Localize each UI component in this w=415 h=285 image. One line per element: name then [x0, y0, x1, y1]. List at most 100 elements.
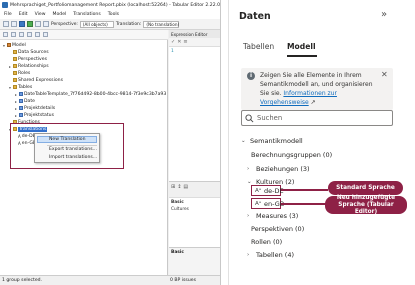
save-icon[interactable] — [11, 21, 17, 27]
menu-model[interactable]: Model — [53, 12, 67, 17]
chevron-down-icon[interactable]: ▾ — [2, 43, 6, 48]
search-input[interactable]: Suchen — [241, 110, 393, 126]
hidden-objects-icon[interactable] — [27, 32, 32, 37]
property-category-basic[interactable]: Basic — [171, 200, 184, 205]
folder-icon — [13, 71, 17, 75]
tree-node-measures[interactable]: › Measures (3) — [247, 212, 298, 220]
open-icon[interactable] — [3, 21, 9, 27]
menu-item-new-translation[interactable]: New Translation — [37, 136, 97, 143]
expression-editor-title: Expression Editor — [169, 30, 220, 38]
callout-new-language: Neu hinzugefügte Sprache (Tabular Editor… — [325, 195, 407, 215]
sort-icon[interactable] — [43, 32, 48, 37]
tab-modell[interactable]: Modell — [287, 42, 316, 51]
tree-node-tabellen[interactable]: › Tabellen (4) — [247, 251, 294, 259]
tree-node-projektstatus[interactable]: ▸ Projektstatus — [14, 112, 54, 118]
table-icon — [19, 106, 23, 110]
format-icon[interactable]: ≡ — [183, 39, 187, 45]
callout-connector — [281, 189, 328, 191]
chevron-down-icon[interactable]: ▾ — [8, 85, 12, 90]
chevron-down-icon[interactable]: ⌄ — [241, 138, 247, 144]
line-number: 1 — [171, 49, 174, 54]
tree-node-beziehungen[interactable]: › Beziehungen (3) — [247, 165, 310, 173]
tree-node-culture-en[interactable]: Aᵃ en-GB — [255, 200, 284, 208]
tree-node-shared-expressions[interactable]: Shared Expressions — [8, 77, 63, 83]
expression-editor[interactable]: 1 — [169, 46, 220, 181]
tree-node-data-sources[interactable]: Data Sources — [8, 49, 49, 55]
search-icon — [245, 114, 254, 123]
close-icon[interactable]: ✕ — [381, 70, 388, 79]
tree-node-rollen[interactable]: Rollen (0) — [251, 238, 282, 246]
categorized-icon[interactable]: ⊞ — [171, 184, 175, 190]
screenshot-root: Mehrsprachiget_Portfoliomanagement Repor… — [0, 0, 415, 285]
tree-node-perspektiven[interactable]: Perspektiven (0) — [251, 225, 304, 233]
info-banner: i Zeigen Sie alle Elemente in Ihrem Sema… — [241, 68, 393, 110]
chevron-right-icon[interactable]: ▸ — [14, 106, 18, 111]
menu-file[interactable]: File — [4, 12, 12, 17]
menu-item-import-translations[interactable]: Import translations... — [49, 155, 97, 160]
tree-node-culture-de[interactable]: Aᵃ de-DE — [255, 187, 284, 195]
sort-alpha-icon[interactable]: ↕ — [177, 184, 181, 190]
chevron-right-icon[interactable]: ▸ — [14, 113, 18, 118]
perspective-label: Perspective: — [51, 21, 78, 27]
property-grid: Basic Cultures — [169, 197, 220, 247]
table-icon — [19, 99, 23, 103]
chevron-right-icon[interactable]: ▸ — [14, 92, 18, 97]
external-link-icon[interactable]: ↗ — [311, 99, 316, 106]
tree-node-projektdetails[interactable]: ▸ Projektdetails — [14, 105, 55, 111]
cancel-icon[interactable]: ✕ — [177, 39, 181, 45]
chevron-right-icon[interactable]: › — [247, 252, 253, 258]
deploy-icon[interactable] — [19, 21, 25, 27]
data-pane: Daten » Tabellen Modell i Zeigen Sie all… — [228, 0, 415, 285]
property-description: Basic — [169, 247, 220, 275]
tree-node-berechnungsgruppen[interactable]: Berechnungsgruppen (0) — [251, 151, 332, 159]
property-cultures[interactable]: Cultures — [171, 207, 189, 212]
pane-title: Daten — [239, 11, 271, 22]
menu-edit[interactable]: Edit — [19, 12, 28, 17]
translation-dropdown[interactable]: (No translation) — [143, 20, 180, 28]
tree-node-relationships[interactable]: ▸ Relationships — [8, 63, 49, 69]
tabular-editor-window: Mehrsprachiget_Portfoliomanagement Repor… — [0, 0, 221, 285]
culture-icon: Aᵃ — [255, 188, 262, 194]
menu-translations[interactable]: Translations — [73, 12, 100, 17]
info-icon: i — [247, 72, 255, 80]
property-pages-icon[interactable]: ▤ — [183, 184, 188, 190]
table-icon — [19, 113, 23, 117]
chevron-right-icon[interactable]: ▸ — [14, 99, 18, 104]
menu-tools[interactable]: Tools — [108, 12, 119, 17]
filter-icon[interactable] — [3, 32, 8, 37]
tree-node-semantikmodell[interactable]: ⌄ Semantikmodell — [241, 137, 303, 145]
table-icon — [19, 92, 23, 96]
tree-node-tables[interactable]: ▾ Tables — [8, 84, 32, 90]
chevron-right-icon[interactable]: › — [247, 166, 253, 172]
tree-node-perspectives[interactable]: Perspectives — [8, 56, 47, 62]
refresh-icon[interactable] — [27, 21, 33, 27]
tree-node-date[interactable]: ▸ Date — [14, 98, 35, 104]
tree-toolbar — [0, 30, 168, 40]
chevron-right-icon[interactable]: ▸ — [8, 64, 12, 69]
folder-icon — [13, 57, 17, 61]
tab-tabellen[interactable]: Tabellen — [243, 42, 274, 51]
tree-node-model[interactable]: ▾ Model — [2, 42, 26, 48]
tree-node-date-template[interactable]: ▸ DateTableTemplate_7f76d492-8b00-4bcc-9… — [14, 91, 166, 97]
collapse-pane-icon[interactable]: » — [381, 9, 387, 20]
display-folders-icon[interactable] — [35, 32, 40, 37]
redo-icon[interactable] — [43, 21, 49, 27]
app-icon — [2, 2, 8, 8]
collapse-icon[interactable] — [11, 32, 16, 37]
accept-icon[interactable]: ✓ — [171, 39, 175, 45]
callout-standard-language: Standard Sprache — [328, 181, 403, 195]
window-titlebar: Mehrsprachiget_Portfoliomanagement Repor… — [0, 0, 220, 10]
perspective-dropdown[interactable]: (All objects) — [79, 20, 114, 28]
folder-icon — [13, 85, 17, 89]
menu-view[interactable]: View — [35, 12, 46, 17]
tree-node-roles[interactable]: Roles — [8, 70, 30, 76]
undo-icon[interactable] — [35, 21, 41, 27]
search-placeholder: Suchen — [257, 114, 283, 122]
translation-label: Translation: — [115, 21, 142, 27]
callout-connector — [281, 203, 328, 205]
description-heading: Basic — [171, 250, 185, 255]
bp-issues[interactable]: 0 BP issues — [170, 278, 196, 283]
menu-item-export-translations[interactable]: Export translations... — [49, 147, 97, 152]
chevron-right-icon[interactable]: › — [247, 213, 253, 219]
expand-icon[interactable] — [19, 32, 24, 37]
